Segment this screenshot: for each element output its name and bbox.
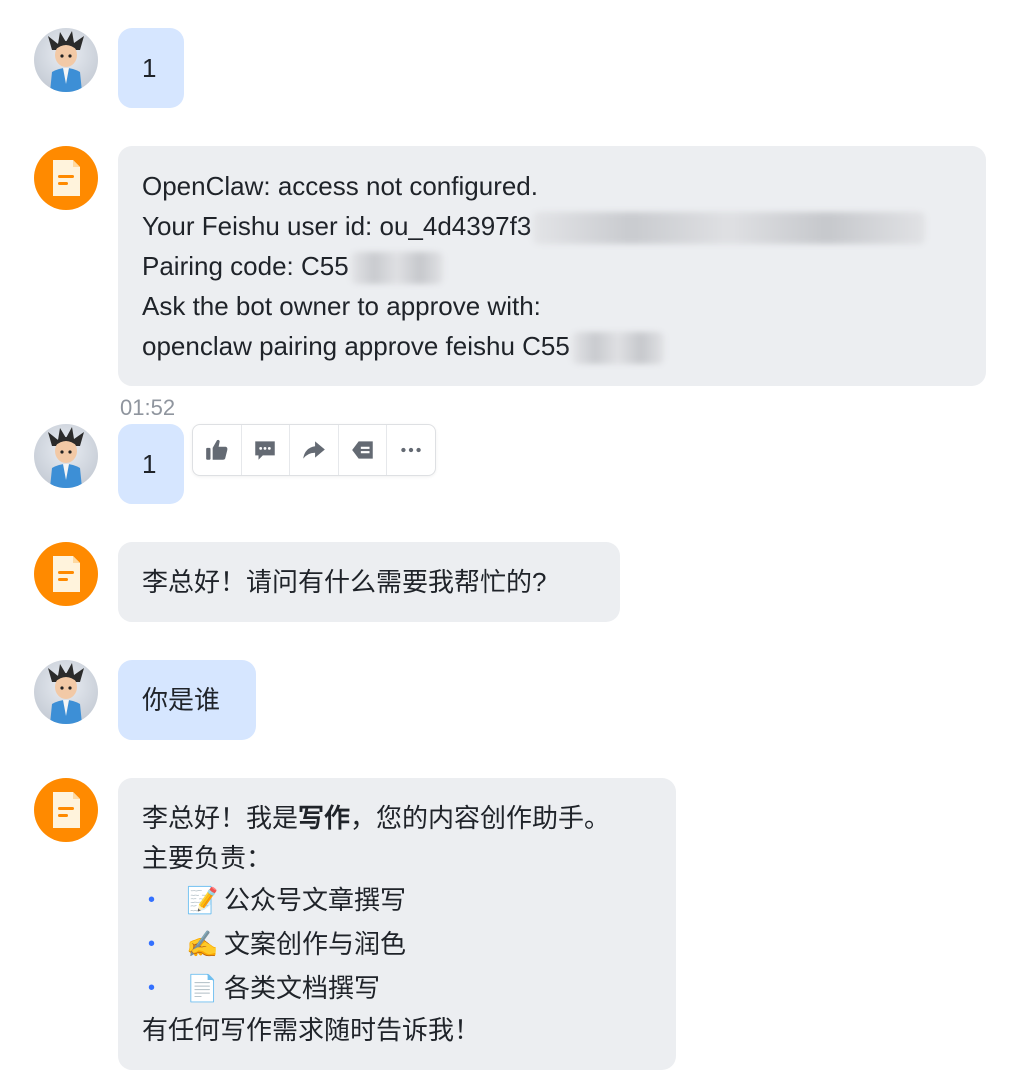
message-text: ，您的内容创作助手。 [350, 803, 611, 833]
bullet-icon: • [148, 889, 156, 911]
writing-hand-icon: ✍️ [186, 929, 219, 959]
bot-avatar[interactable] [34, 778, 98, 842]
document-icon [53, 160, 80, 196]
comment-icon [255, 441, 276, 460]
more-button[interactable] [387, 425, 435, 475]
document-icon [53, 556, 80, 592]
user-message-bubble[interactable]: 1 [118, 28, 184, 108]
user-avatar[interactable] [34, 660, 98, 724]
list-item: • ✍️ 文案创作与润色 [142, 922, 652, 966]
user-avatar[interactable] [34, 28, 98, 92]
message-line: Pairing code: C55 [142, 246, 962, 286]
message-text: 你是谁 [142, 685, 221, 715]
more-icon [401, 447, 421, 453]
quote-button[interactable] [339, 425, 388, 475]
bot-avatar[interactable] [34, 542, 98, 606]
list-item: • 📝 公众号文章撰写 [142, 878, 652, 922]
message-action-toolbar [192, 424, 436, 476]
bullet-icon: • [148, 933, 156, 955]
pairing-code-text: Pairing code: C55 [142, 251, 349, 281]
redacted-blur [350, 252, 443, 285]
list-heading: 主要负责： [142, 843, 273, 873]
message-line: 有任何写作需求随时告诉我！ [142, 1010, 652, 1050]
bullet-icon: • [148, 977, 156, 999]
message-text: OpenClaw: access not configured. [142, 171, 538, 201]
document-page-icon: 📄 [186, 973, 219, 1003]
bold-name-text: 写作 [298, 803, 351, 833]
message-line: 李总好！我是写作，您的内容创作助手。 [142, 798, 652, 838]
list-item-text: 文案创作与润色 [224, 929, 407, 959]
user-avatar-illustration [48, 663, 84, 724]
message-timestamp: 01:52 [120, 395, 176, 420]
list-item: • 📄 各类文档撰写 [142, 966, 652, 1010]
message-line: 主要负责： [142, 838, 652, 878]
message-text: 1 [142, 449, 157, 479]
message-line: OpenClaw: access not configured. [142, 166, 962, 206]
document-icon [53, 792, 80, 828]
memo-icon: 📝 [186, 885, 219, 915]
bot-message-bubble[interactable]: 李总好！我是写作，您的内容创作助手。 主要负责： • 📝 公众号文章撰写 • ✍… [118, 778, 676, 1070]
forward-icon [303, 441, 325, 459]
message-text: 1 [142, 53, 157, 83]
user-message-bubble[interactable]: 1 [118, 424, 184, 504]
command-text: openclaw pairing approve feishu C55 [142, 331, 570, 361]
forward-button[interactable] [290, 425, 339, 475]
user-message-bubble[interactable]: 你是谁 [118, 660, 256, 740]
message-text: 有任何写作需求随时告诉我！ [142, 1015, 481, 1045]
user-avatar-illustration [48, 427, 84, 488]
user-avatar-illustration [48, 31, 84, 92]
thumbs-up-icon [205, 439, 228, 460]
like-button[interactable] [193, 425, 242, 475]
message-line: Your Feishu user id: ou_4d4397f3 [142, 206, 962, 246]
redacted-blur [571, 332, 664, 365]
quote-reply-icon [351, 441, 373, 459]
message-line: openclaw pairing approve feishu C55 [142, 326, 962, 366]
user-id-text: Your Feishu user id: ou_4d4397f3 [142, 211, 532, 241]
bot-message-bubble[interactable]: OpenClaw: access not configured. Your Fe… [118, 146, 986, 386]
message-text: 李总好！请问有什么需要我帮忙的? [142, 567, 547, 597]
redacted-blur [533, 212, 926, 245]
bot-avatar[interactable] [34, 146, 98, 210]
message-text: 李总好！我是 [142, 803, 299, 833]
bot-message-bubble[interactable]: 李总好！请问有什么需要我帮忙的? [118, 542, 620, 622]
message-text: Ask the bot owner to approve with: [142, 291, 541, 321]
message-line: Ask the bot owner to approve with: [142, 286, 962, 326]
list-item-text: 各类文档撰写 [224, 973, 381, 1003]
list-item-text: 公众号文章撰写 [224, 885, 407, 915]
reply-button[interactable] [242, 425, 291, 475]
user-avatar[interactable] [34, 424, 98, 488]
